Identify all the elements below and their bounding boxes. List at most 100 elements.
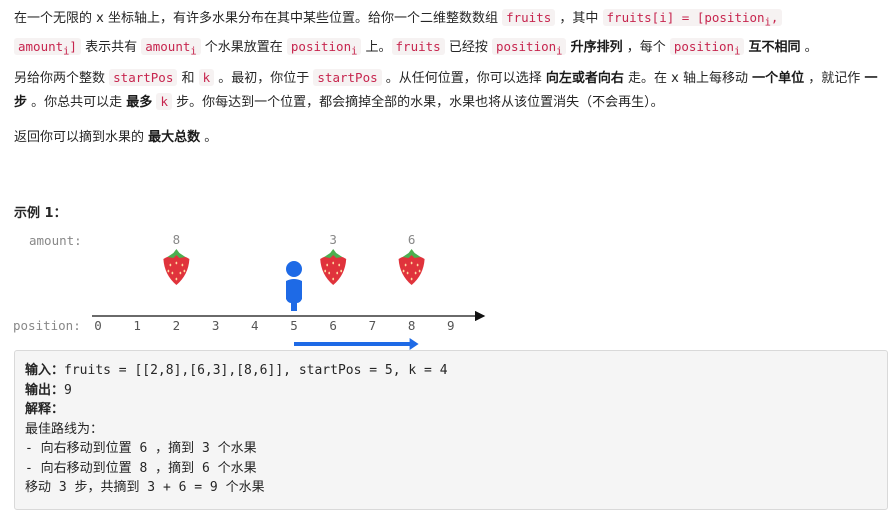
- fruit-amount-label: 6: [408, 232, 416, 247]
- strawberry-seed: [169, 263, 172, 267]
- inline-code: amounti]: [14, 37, 81, 57]
- problem-paragraph-1: 在一个无限的 x 坐标轴上，有许多水果分布在其中某些位置。给你一个二维整数数组 …: [14, 6, 884, 63]
- strawberry-body: [320, 255, 347, 285]
- person-head: [286, 261, 302, 277]
- strawberry-seed: [179, 271, 182, 275]
- input-label: 输入：: [25, 363, 65, 378]
- move-arrow-head: [409, 338, 419, 350]
- strawberry-seed: [340, 269, 343, 273]
- text: 。从任何位置，你可以选择: [381, 71, 546, 86]
- strawberry-seed: [402, 269, 405, 273]
- example-heading: 示例 1：: [14, 206, 67, 221]
- position-axis-label: position:: [13, 318, 81, 333]
- tick-label: 5: [290, 318, 298, 333]
- amount-axis-label: amount:: [29, 233, 82, 248]
- input-value: fruits = [[2,8],[6,3],[8,6]], startPos =…: [64, 363, 448, 378]
- text: 和: [177, 71, 199, 86]
- subscript: i: [351, 45, 358, 57]
- strawberry-seed: [171, 271, 174, 275]
- text: 个水果放置在: [200, 39, 287, 55]
- output-row: 输出：9: [25, 381, 877, 401]
- tick-label: 0: [94, 318, 102, 333]
- code-text: position: [290, 38, 352, 54]
- example-box: 输入：fruits = [[2,8],[6,3],[8,6]], startPo…: [14, 350, 888, 510]
- tick-label: 1: [133, 318, 141, 333]
- inline-code: fruits: [391, 37, 445, 55]
- strawberry-seed: [406, 271, 409, 275]
- strawberry-seed: [167, 269, 170, 273]
- subscript: i: [556, 45, 563, 57]
- code-text: position: [495, 38, 557, 54]
- strawberry-body: [163, 255, 190, 285]
- inline-code: startPos: [313, 69, 382, 86]
- output-value: 9: [64, 382, 72, 398]
- output-label: 输出：: [25, 382, 65, 398]
- inline-code: k: [156, 93, 172, 110]
- strawberry-seed: [404, 263, 407, 267]
- text: 返回你可以摘到水果的: [14, 130, 149, 145]
- person-body: [286, 279, 302, 311]
- strawberry-seed: [181, 263, 184, 267]
- tick-label: 9: [447, 318, 455, 333]
- subscript: i: [190, 45, 197, 57]
- code-text: amount: [18, 38, 64, 54]
- strawberry-seed: [410, 261, 413, 265]
- text: 。你总共可以走: [27, 95, 127, 110]
- text: 。最初，你位于: [214, 71, 314, 86]
- inline-code: amounti: [141, 37, 201, 57]
- inline-code: fruits: [502, 9, 556, 26]
- text: 走。在 x 轴上每移动: [623, 71, 753, 86]
- text: 在一个无限的 x 坐标轴上，有许多水果分布在其中某些位置。给你一个二维整数数组: [14, 11, 503, 26]
- strawberry-icon: 8: [163, 232, 190, 285]
- text: 表示共有: [80, 39, 142, 55]
- inline-code: positioni: [491, 37, 567, 57]
- explain-line: 最佳路线为：: [25, 421, 104, 437]
- bold-text: 互不相同: [748, 39, 801, 55]
- strawberry-seed: [183, 269, 186, 273]
- tick-label: 3: [212, 318, 220, 333]
- inline-code: startPos: [109, 69, 178, 86]
- inline-code: positioni: [669, 37, 745, 57]
- text: 。: [200, 130, 218, 145]
- fruit-position-figure: amount: position: 0 1 2 3 4 5 6 7 8 9 8 3 6: [13, 232, 486, 350]
- text: 另给你两个整数: [14, 71, 110, 86]
- strawberry-icon: 3: [320, 232, 347, 285]
- bold-text: 升序排列: [570, 39, 623, 55]
- strawberry-seed: [326, 263, 329, 267]
- strawberry-body: [398, 255, 425, 285]
- strawberry-seed: [410, 277, 413, 281]
- inline-code: fruits[i] = [positioni,: [602, 9, 783, 29]
- explain-row: 解释：: [25, 400, 877, 420]
- fruit-amount-label: 8: [173, 232, 181, 247]
- tick-label: 8: [408, 318, 416, 333]
- inline-code: k: [198, 69, 215, 86]
- tick-label: 2: [173, 318, 181, 333]
- text: 上。: [361, 39, 392, 55]
- strawberry-seed: [175, 277, 178, 281]
- text: ，其中: [555, 11, 603, 26]
- subscript: i: [734, 45, 741, 57]
- strawberry-seed: [332, 277, 335, 281]
- text: 已经按: [444, 39, 492, 55]
- bold-text: 最大总数: [148, 130, 201, 145]
- input-row: 输入：fruits = [[2,8],[6,3],[8,6]], startPo…: [25, 361, 877, 381]
- text: 。: [800, 39, 818, 55]
- tick-label: 6: [329, 318, 337, 333]
- text: ，每个: [622, 39, 670, 55]
- fruit-amount-label: 3: [329, 232, 337, 247]
- strawberry-seed: [332, 261, 335, 265]
- bold-text: 向左或者向右: [545, 71, 624, 86]
- problem-paragraph-3: 返回你可以摘到水果的 最大总数 。: [14, 126, 884, 149]
- problem-paragraph-2: 另给你两个整数 startPos 和 k 。最初，你位于 startPos 。从…: [14, 66, 884, 114]
- code-text: ,: [770, 10, 779, 25]
- strawberry-seed: [328, 271, 331, 275]
- explain-line: - 向右移动到位置 6 ，摘到 3 个水果: [25, 441, 257, 456]
- code-text: fruits[i] = [position: [606, 10, 765, 25]
- strawberry-seed: [414, 271, 417, 275]
- code-text: position: [673, 38, 735, 54]
- strawberry-seed: [175, 261, 178, 265]
- tick-labels: 0 1 2 3 4 5 6 7 8 9: [94, 318, 454, 333]
- explain-line: 移动 3 步，共摘到 3 + 6 = 9 个水果: [25, 480, 265, 495]
- tick-label: 7: [369, 318, 377, 333]
- move-arrow: [294, 338, 419, 350]
